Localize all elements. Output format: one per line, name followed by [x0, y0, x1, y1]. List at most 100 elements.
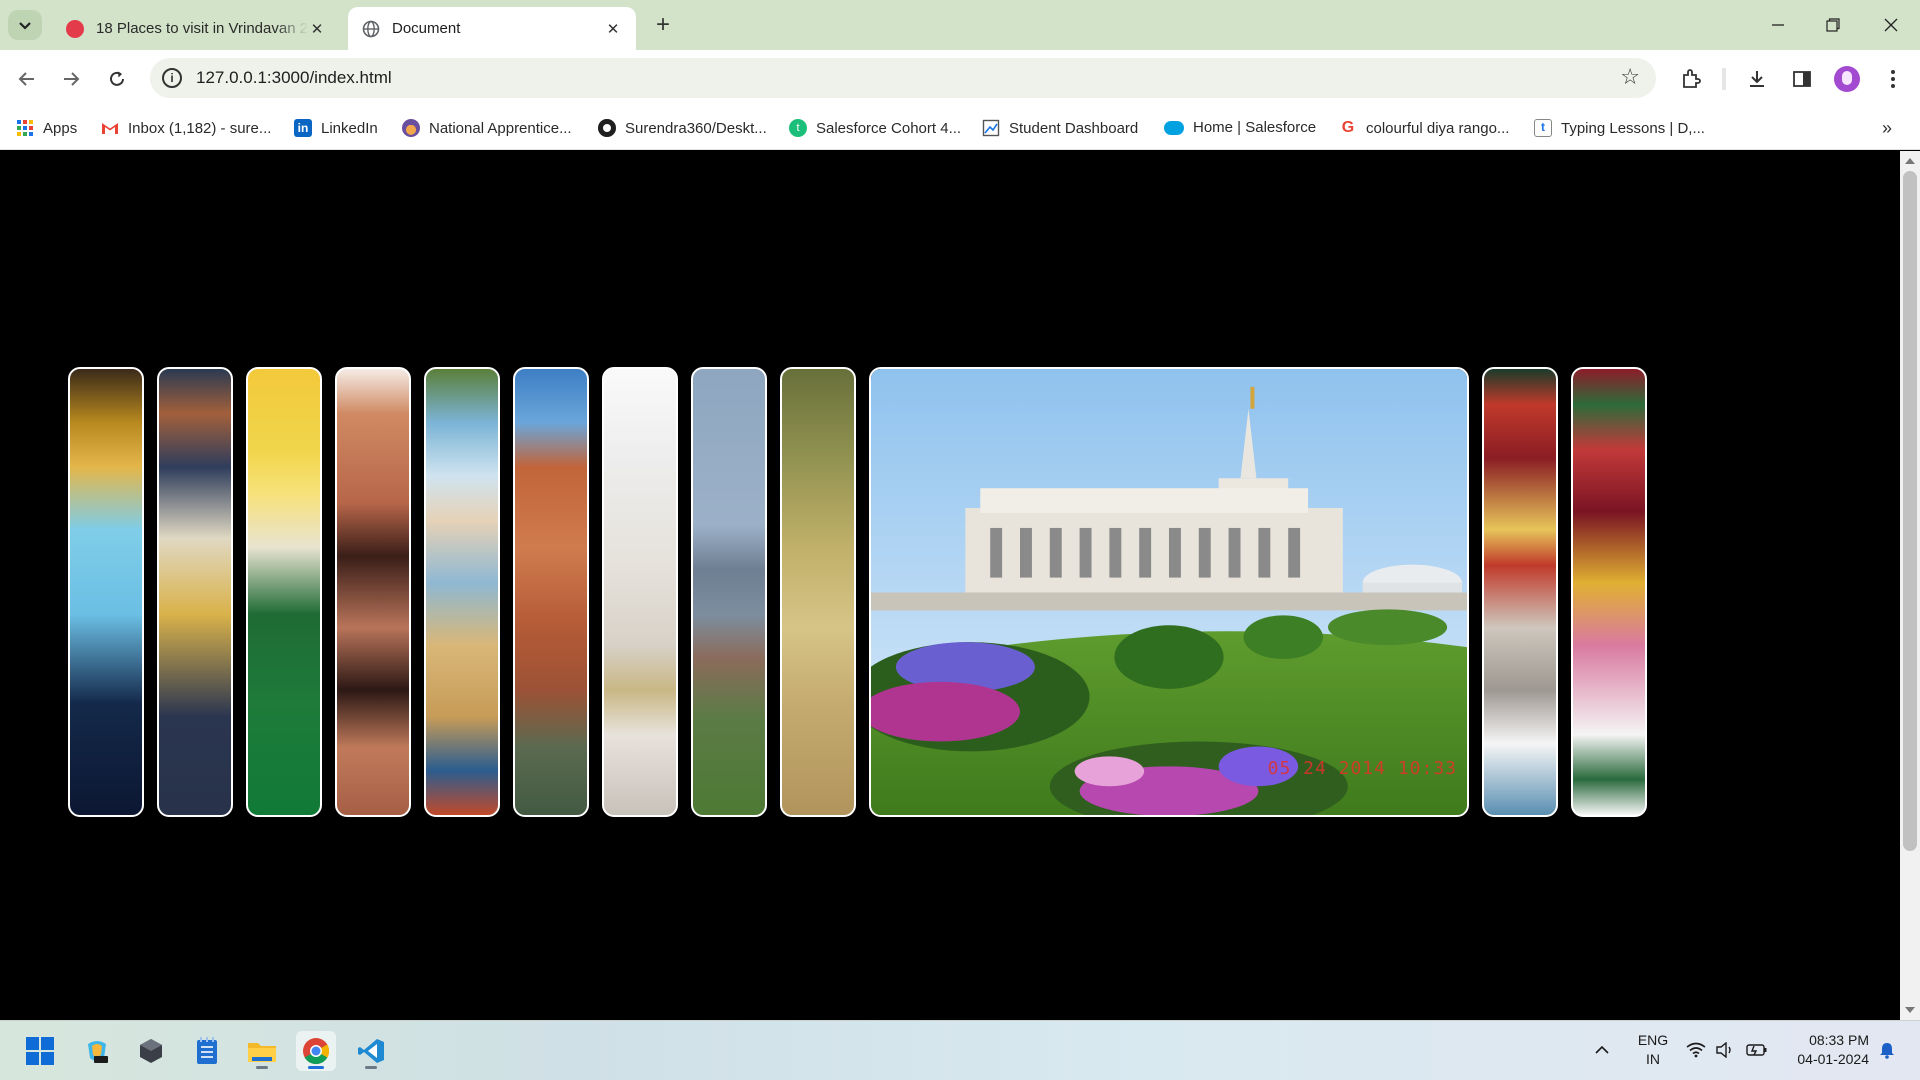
bookmark-label: colourful diya rango... — [1366, 119, 1510, 137]
talentsprint-icon: t — [789, 119, 807, 137]
google-icon: G — [1341, 119, 1355, 136]
menu-kebab-icon[interactable] — [1879, 65, 1907, 93]
bookmark-home-salesforce[interactable]: Home | Salesforce — [1164, 119, 1316, 136]
bookmark-label: Home | Salesforce — [1193, 119, 1317, 136]
close-icon — [1884, 18, 1898, 32]
site-info-icon[interactable]: i — [162, 68, 182, 88]
language-indicator[interactable]: ENG IN — [1635, 1031, 1671, 1069]
page-viewport: 05 24 2014 10:33 — [0, 151, 1900, 1020]
scroll-up-arrow-icon[interactable] — [1905, 158, 1915, 164]
address-bar[interactable]: i 127.0.0.1:3000/index.html ☆ — [150, 58, 1656, 98]
app-cube-icon[interactable] — [131, 1031, 171, 1071]
tab-search-button[interactable] — [8, 10, 42, 40]
volume-icon[interactable] — [1714, 1039, 1736, 1061]
close-tab-icon[interactable]: ✕ — [308, 20, 326, 38]
chevron-down-icon — [19, 22, 31, 30]
language-code: ENG — [1637, 1032, 1669, 1048]
extensions-icon[interactable] — [1677, 65, 1705, 93]
gallery-image-red-sandstone-haveli[interactable] — [335, 367, 411, 817]
running-indicator — [365, 1066, 377, 1069]
gallery-image-ghat-building[interactable] — [513, 367, 589, 817]
restore-icon — [1826, 18, 1840, 32]
toolbar-divider — [1722, 68, 1726, 90]
reload-icon — [110, 71, 124, 86]
bookmarks-bar: Apps Inbox (1,182) - sure... in LinkedIn… — [0, 108, 1920, 150]
gallery-image-flower-altar[interactable] — [1571, 367, 1647, 817]
gallery-image-prem-mandir[interactable]: 05 24 2014 10:33 — [869, 367, 1469, 817]
url-text[interactable]: 127.0.0.1:3000/index.html — [196, 68, 392, 88]
file-explorer-icon[interactable] — [242, 1031, 282, 1071]
side-panel-icon[interactable] — [1788, 65, 1816, 93]
bookmark-label: Student Dashboard — [1009, 119, 1139, 137]
gallery-image-forest-path[interactable] — [780, 367, 856, 817]
gallery-image-city-skyline[interactable] — [691, 367, 767, 817]
reload-button[interactable] — [101, 63, 133, 95]
apps-grid-icon — [17, 120, 33, 136]
national-apprentice-icon — [402, 119, 420, 137]
bookmark-typing-lessons[interactable]: t Typing Lessons | D,... — [1534, 119, 1705, 137]
forward-arrow-icon — [64, 72, 80, 86]
tab-title: 18 Places to visit in Vrindavan 2 — [96, 20, 308, 37]
gmail-icon — [102, 123, 118, 134]
running-indicator — [308, 1066, 324, 1069]
bookmark-label: Surendra360/Deskt... — [625, 119, 767, 137]
globe-icon — [362, 20, 380, 37]
chrome-icon[interactable] — [296, 1031, 336, 1071]
battery-icon[interactable] — [1746, 1039, 1768, 1061]
restore-button[interactable] — [1818, 12, 1848, 38]
windows-taskbar: ENG IN 08:33 PM 04-01-2024 — [0, 1020, 1920, 1080]
scrollbar-thumb[interactable] — [1903, 171, 1917, 851]
linkedin-icon: in — [294, 119, 312, 137]
bookmark-salesforce-cohort[interactable]: t Salesforce Cohort 4... — [789, 119, 961, 137]
tab-document[interactable]: Document ✕ — [348, 7, 636, 50]
vertical-scrollbar[interactable] — [1900, 151, 1920, 1020]
gallery-image-white-temple-steps[interactable] — [602, 367, 678, 817]
bookmark-linkedin[interactable]: in LinkedIn — [294, 119, 378, 137]
wifi-icon[interactable] — [1685, 1039, 1707, 1061]
bookmark-github[interactable]: Surendra360/Deskt... — [598, 119, 767, 137]
bookmark-apps[interactable]: Apps — [16, 119, 77, 137]
chevron-up-icon[interactable] — [1591, 1039, 1613, 1061]
bookmark-student-dashboard[interactable]: Student Dashboard — [982, 119, 1138, 137]
clock-time: 08:33 PM — [1809, 1032, 1869, 1048]
tab-strip: 18 Places to visit in Vrindavan 2 ✕ Docu… — [0, 0, 1920, 50]
copilot-icon[interactable] — [77, 1031, 117, 1071]
downloads-icon[interactable] — [1743, 65, 1771, 93]
prem-mandir-photo — [871, 369, 1467, 815]
close-tab-icon[interactable]: ✕ — [604, 20, 622, 38]
new-tab-button[interactable]: + — [650, 12, 676, 38]
clock-date: 04-01-2024 — [1797, 1051, 1869, 1067]
profile-avatar[interactable] — [1834, 66, 1860, 92]
running-indicator — [256, 1066, 268, 1069]
bookmark-label: Salesforce Cohort 4... — [816, 119, 962, 137]
bookmark-label: Inbox (1,182) - sure... — [128, 119, 272, 137]
gallery-image-goddess-lotus[interactable] — [246, 367, 322, 817]
image-gallery: 05 24 2014 10:33 — [68, 367, 1647, 817]
tab-title: Document — [392, 20, 461, 37]
clock[interactable]: 08:33 PM 04-01-2024 — [1785, 1031, 1869, 1069]
windows-start-icon[interactable] — [20, 1031, 60, 1071]
bookmark-national-apprentice[interactable]: National Apprentice... — [402, 119, 572, 137]
vscode-icon[interactable] — [351, 1031, 391, 1071]
minimize-button[interactable] — [1763, 12, 1793, 38]
bookmark-label: Apps — [43, 119, 78, 137]
notification-bell-icon[interactable] — [1876, 1039, 1898, 1061]
gallery-image-krishna-portrait[interactable] — [68, 367, 144, 817]
gallery-image-temple-domes[interactable] — [424, 367, 500, 817]
gallery-image-decorated-shrine[interactable] — [1482, 367, 1558, 817]
bookmark-label: LinkedIn — [321, 119, 378, 137]
scroll-down-arrow-icon[interactable] — [1905, 1007, 1915, 1013]
forward-button[interactable] — [55, 63, 87, 95]
close-window-button[interactable] — [1876, 12, 1906, 38]
tab-vrindavan[interactable]: 18 Places to visit in Vrindavan 2 ✕ — [52, 7, 340, 50]
bookmark-star-icon[interactable]: ☆ — [1620, 64, 1640, 90]
github-icon — [598, 119, 616, 137]
student-dashboard-icon — [982, 119, 1000, 137]
notepad-icon[interactable] — [187, 1031, 227, 1071]
language-region: IN — [1646, 1051, 1660, 1067]
bookmark-colourful-diya[interactable]: G colourful diya rango... — [1339, 119, 1510, 137]
bookmark-inbox[interactable]: Inbox (1,182) - sure... — [101, 119, 271, 137]
gallery-image-krishna-painting[interactable] — [157, 367, 233, 817]
more-bookmarks-icon[interactable]: » — [1882, 118, 1892, 139]
back-button[interactable] — [11, 63, 43, 95]
